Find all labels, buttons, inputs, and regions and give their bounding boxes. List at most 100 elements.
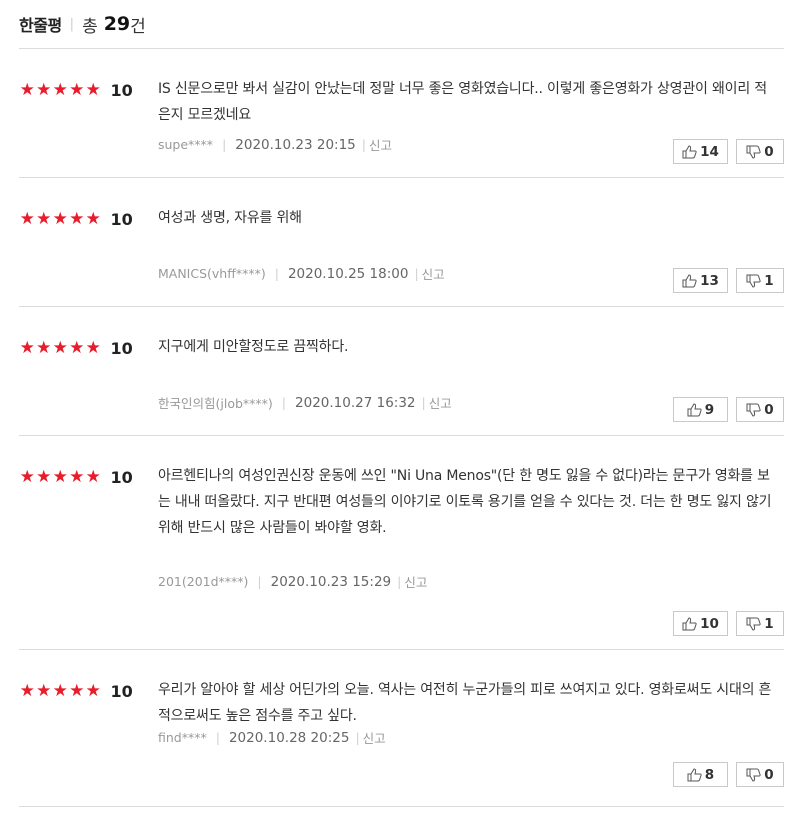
star-icon: ★ (19, 338, 35, 358)
review-score: 10 (110, 339, 133, 358)
review-item: ★ ★ ★ ★ ★ 10 IS 신문으로만 봐서 실감이 안났는데 정말 너무 … (19, 48, 784, 178)
report-link[interactable]: 신고 (429, 393, 452, 412)
like-count: 9 (704, 401, 715, 418)
star-icon: ★ (19, 80, 35, 100)
dislike-count: 1 (764, 615, 774, 632)
star-rating: ★ ★ ★ ★ ★ 10 (19, 210, 133, 229)
review-user: supe**** (158, 137, 214, 152)
meta-divider: | (421, 395, 426, 410)
star-icon: ★ (69, 338, 85, 358)
review-text: IS 신문으로만 봐서 실감이 안났는데 정말 너무 좋은 영화였습니다.. 이… (158, 81, 767, 123)
review-date: 2020.10.23 20:15 (235, 136, 356, 153)
like-count: 8 (704, 766, 715, 783)
review-user: 한국인의힘(jlob****) (158, 396, 273, 411)
like-button[interactable]: 13 (673, 268, 728, 293)
review-date: 2020.10.27 16:32 (295, 394, 416, 411)
dislike-button[interactable]: 0 (736, 139, 784, 164)
meta-divider: | (414, 266, 419, 281)
star-icon: ★ (69, 467, 85, 487)
like-count: 13 (700, 272, 719, 289)
meta-divider: | (274, 266, 279, 281)
thumbs-up-icon (687, 767, 702, 782)
dislike-button[interactable]: 0 (736, 397, 784, 422)
star-rating: ★ ★ ★ ★ ★ 10 (19, 468, 133, 487)
star-icon: ★ (85, 80, 101, 100)
total-count: 29 (103, 13, 131, 35)
meta-divider: | (215, 730, 220, 745)
star-icon: ★ (85, 338, 101, 358)
star-icon: ★ (19, 467, 35, 487)
dislike-count: 1 (764, 272, 774, 289)
dislike-count: 0 (764, 401, 774, 418)
review-header: 한줄평 | 총 29 건 (19, 0, 784, 49)
star-icon: ★ (69, 681, 85, 701)
vote-buttons: 9 0 (673, 397, 784, 422)
like-button[interactable]: 8 (673, 762, 728, 787)
star-icon: ★ (36, 80, 52, 100)
like-button[interactable]: 10 (673, 611, 728, 636)
vote-buttons: 14 0 (673, 139, 784, 164)
thumbs-down-icon (746, 145, 761, 159)
like-count: 14 (700, 143, 719, 160)
dislike-button[interactable]: 0 (736, 762, 784, 787)
thumbs-up-icon (682, 273, 697, 288)
review-text: 지구에게 미안할정도로 끔찍하다. (158, 339, 349, 355)
report-link[interactable]: 신고 (422, 264, 445, 283)
vote-buttons: 8 0 (673, 762, 784, 787)
dislike-button[interactable]: 1 (736, 268, 784, 293)
thumbs-up-icon (687, 402, 702, 417)
review-item: ★ ★ ★ ★ ★ 10 아르헨티나의 여성인권신장 운동에 쓰인 "Ni Un… (19, 435, 784, 650)
review-score: 10 (110, 81, 133, 100)
review-score: 10 (110, 468, 133, 487)
total-suffix: 건 (130, 16, 146, 37)
thumbs-down-icon (746, 617, 761, 631)
dislike-count: 0 (764, 766, 774, 783)
section-title: 한줄평 (19, 16, 62, 35)
meta-divider: | (397, 574, 402, 589)
thumbs-down-icon (746, 403, 761, 417)
like-button[interactable]: 9 (673, 397, 728, 422)
review-meta: find**** | 2020.10.28 20:25 | 신고 (158, 728, 386, 747)
meta-divider: | (257, 574, 262, 589)
review-text: 여성과 생명, 자유를 위해 (158, 210, 302, 226)
report-link[interactable]: 신고 (404, 572, 427, 591)
review-date: 2020.10.25 18:00 (287, 265, 409, 282)
review-user: find**** (158, 730, 207, 745)
total-prefix: 총 (82, 16, 98, 37)
star-icon: ★ (69, 80, 85, 100)
star-icon: ★ (85, 209, 101, 229)
review-user: MANICS(vhff****) (158, 266, 266, 281)
star-icon: ★ (52, 80, 68, 100)
dislike-button[interactable]: 1 (736, 611, 784, 636)
star-icon: ★ (19, 681, 35, 701)
review-section: 한줄평 | 총 29 건 ★ ★ ★ ★ ★ 10 IS 신문으로만 봐서 실감… (0, 0, 800, 819)
thumbs-down-icon (746, 274, 761, 288)
meta-divider: | (355, 730, 360, 745)
review-user: 201(201d****) (158, 574, 249, 589)
report-link[interactable]: 신고 (369, 135, 392, 154)
star-icon: ★ (85, 467, 101, 487)
review-meta: 201(201d****) | 2020.10.23 15:29 | 신고 (158, 572, 427, 591)
report-link[interactable]: 신고 (363, 728, 386, 747)
star-icon: ★ (36, 681, 52, 701)
star-icon: ★ (19, 209, 35, 229)
review-date: 2020.10.23 15:29 (270, 573, 392, 590)
review-item: ★ ★ ★ ★ ★ 10 지구에게 미안할정도로 끔찍하다. 한국인의힘(jlo… (19, 306, 784, 436)
thumbs-up-icon (682, 616, 697, 631)
star-icon: ★ (69, 209, 85, 229)
review-item: ★ ★ ★ ★ ★ 10 우리가 알아야 할 세상 어딘가의 오늘. 역사는 여… (19, 649, 784, 807)
review-meta: supe**** | 2020.10.23 20:15 | 신고 (158, 135, 392, 154)
like-button[interactable]: 14 (673, 139, 728, 164)
review-item: ★ ★ ★ ★ ★ 10 여성과 생명, 자유를 위해 MANICS(vhff*… (19, 177, 784, 307)
review-meta: MANICS(vhff****) | 2020.10.25 18:00 | 신고 (158, 264, 445, 283)
dislike-count: 0 (764, 143, 774, 160)
vote-buttons: 13 1 (673, 268, 784, 293)
meta-divider: | (361, 137, 366, 152)
review-score: 10 (110, 682, 133, 701)
review-text: 아르헨티나의 여성인권신장 운동에 쓰인 "Ni Una Menos"(단 한 … (158, 468, 772, 536)
review-text: 우리가 알아야 할 세상 어딘가의 오늘. 역사는 여전히 누군가들의 피로 쓰… (158, 682, 772, 724)
star-icon: ★ (52, 338, 68, 358)
star-icon: ★ (52, 681, 68, 701)
thumbs-down-icon (746, 768, 761, 782)
meta-divider: | (222, 137, 227, 152)
